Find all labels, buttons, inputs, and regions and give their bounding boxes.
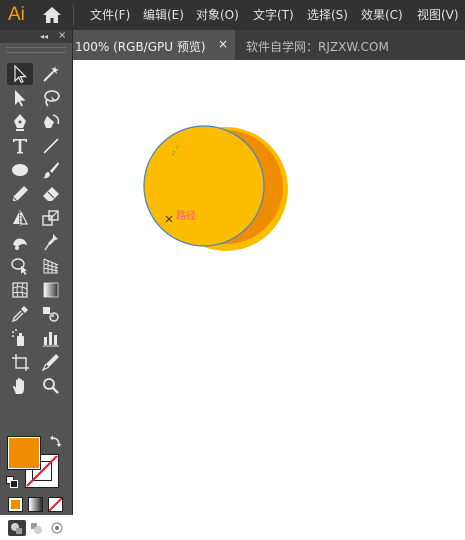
artboard-canvas[interactable]: 路径: [73, 60, 465, 515]
default-fill-stroke-icon[interactable]: [6, 476, 18, 488]
fill-swatch[interactable]: [7, 436, 41, 470]
ellipse-tool-icon[interactable]: [7, 159, 33, 181]
eyedropper-tool-icon[interactable]: [7, 303, 33, 325]
slice-tool-icon[interactable]: [38, 351, 64, 373]
direct-selection-tool-icon[interactable]: [7, 87, 33, 109]
perspective-grid-tool-icon[interactable]: [38, 255, 64, 277]
none-mode-button[interactable]: [48, 497, 63, 512]
menu-object[interactable]: 对象(O): [196, 7, 239, 23]
lasso-tool-icon[interactable]: [38, 87, 64, 109]
color-mode-button[interactable]: [8, 497, 23, 512]
document-tab-inactive[interactable]: 软件自学网：RJZXW.COM: [246, 38, 389, 55]
blend-tool-icon[interactable]: [38, 303, 64, 325]
shape-builder-tool-icon[interactable]: [7, 255, 33, 277]
collapse-panel-icon[interactable]: ◂◂: [40, 32, 48, 41]
draw-normal-icon: [11, 523, 22, 534]
home-icon[interactable]: [42, 6, 62, 24]
close-panel-icon[interactable]: ×: [58, 30, 66, 42]
draw-inside-icon: [51, 522, 63, 534]
menu-file[interactable]: 文件(F): [90, 7, 130, 23]
tools-panel-header: ◂◂ ×: [0, 30, 72, 43]
mesh-tool-icon[interactable]: [7, 279, 33, 301]
close-tab-icon[interactable]: ×: [218, 37, 228, 51]
menu-separator: [73, 5, 74, 25]
draw-behind-icon: [31, 523, 42, 534]
type-tool-icon[interactable]: [7, 135, 33, 157]
line-segment-tool-icon[interactable]: [38, 135, 64, 157]
none-icon: [49, 498, 62, 511]
eraser-tool-icon[interactable]: [38, 183, 64, 205]
panel-grip[interactable]: [6, 47, 66, 53]
draw-inside-button[interactable]: [48, 520, 66, 536]
swap-fill-stroke-icon[interactable]: [49, 434, 63, 448]
hand-tool-icon[interactable]: [7, 375, 33, 397]
artboard-tool-icon[interactable]: [7, 351, 33, 373]
selection-tool-icon[interactable]: [7, 63, 33, 85]
symbol-sprayer-tool-icon[interactable]: [7, 327, 33, 349]
scale-tool-icon[interactable]: [38, 207, 64, 229]
menu-edit[interactable]: 编辑(E): [143, 7, 184, 23]
draw-behind-button[interactable]: [28, 520, 46, 536]
curvature-tool-icon[interactable]: [38, 111, 64, 133]
zoom-tool-icon[interactable]: [38, 375, 64, 397]
draw-normal-button[interactable]: [8, 520, 26, 536]
pencil-tool-icon[interactable]: [7, 183, 33, 205]
menu-select[interactable]: 选择(S): [307, 7, 348, 23]
tools-panel: ◂◂ ×: [0, 30, 73, 536]
app-logo: Ai: [8, 4, 25, 25]
document-tab-bar: 100% (RGB/GPU 预览) × 软件自学网：RJZXW.COM: [73, 30, 465, 60]
menu-view[interactable]: 视图(V): [417, 7, 459, 23]
gradient-mode-button[interactable]: [28, 497, 43, 512]
document-tab-label: 100% (RGB/GPU 预览): [75, 40, 206, 54]
column-graph-tool-icon[interactable]: [38, 327, 64, 349]
path-hint-label: 路径: [176, 211, 196, 222]
pen-tool-icon[interactable]: [7, 111, 33, 133]
paintbrush-tool-icon[interactable]: [38, 159, 64, 181]
document-tab-active[interactable]: 100% (RGB/GPU 预览) ×: [73, 30, 235, 60]
menu-bar: Ai 文件(F) 编辑(E) 对象(O) 文字(T) 选择(S) 效果(C) 视…: [0, 0, 465, 30]
warp-tool-icon[interactable]: [7, 231, 33, 253]
puppet-warp-tool-icon[interactable]: [38, 231, 64, 253]
gradient-tool-icon[interactable]: [38, 279, 64, 301]
magic-wand-tool-icon[interactable]: [38, 63, 64, 85]
menu-type[interactable]: 文字(T): [253, 7, 294, 23]
artwork: [143, 125, 288, 251]
menu-effect[interactable]: 效果(C): [361, 7, 403, 23]
reflect-tool-icon[interactable]: [7, 207, 33, 229]
